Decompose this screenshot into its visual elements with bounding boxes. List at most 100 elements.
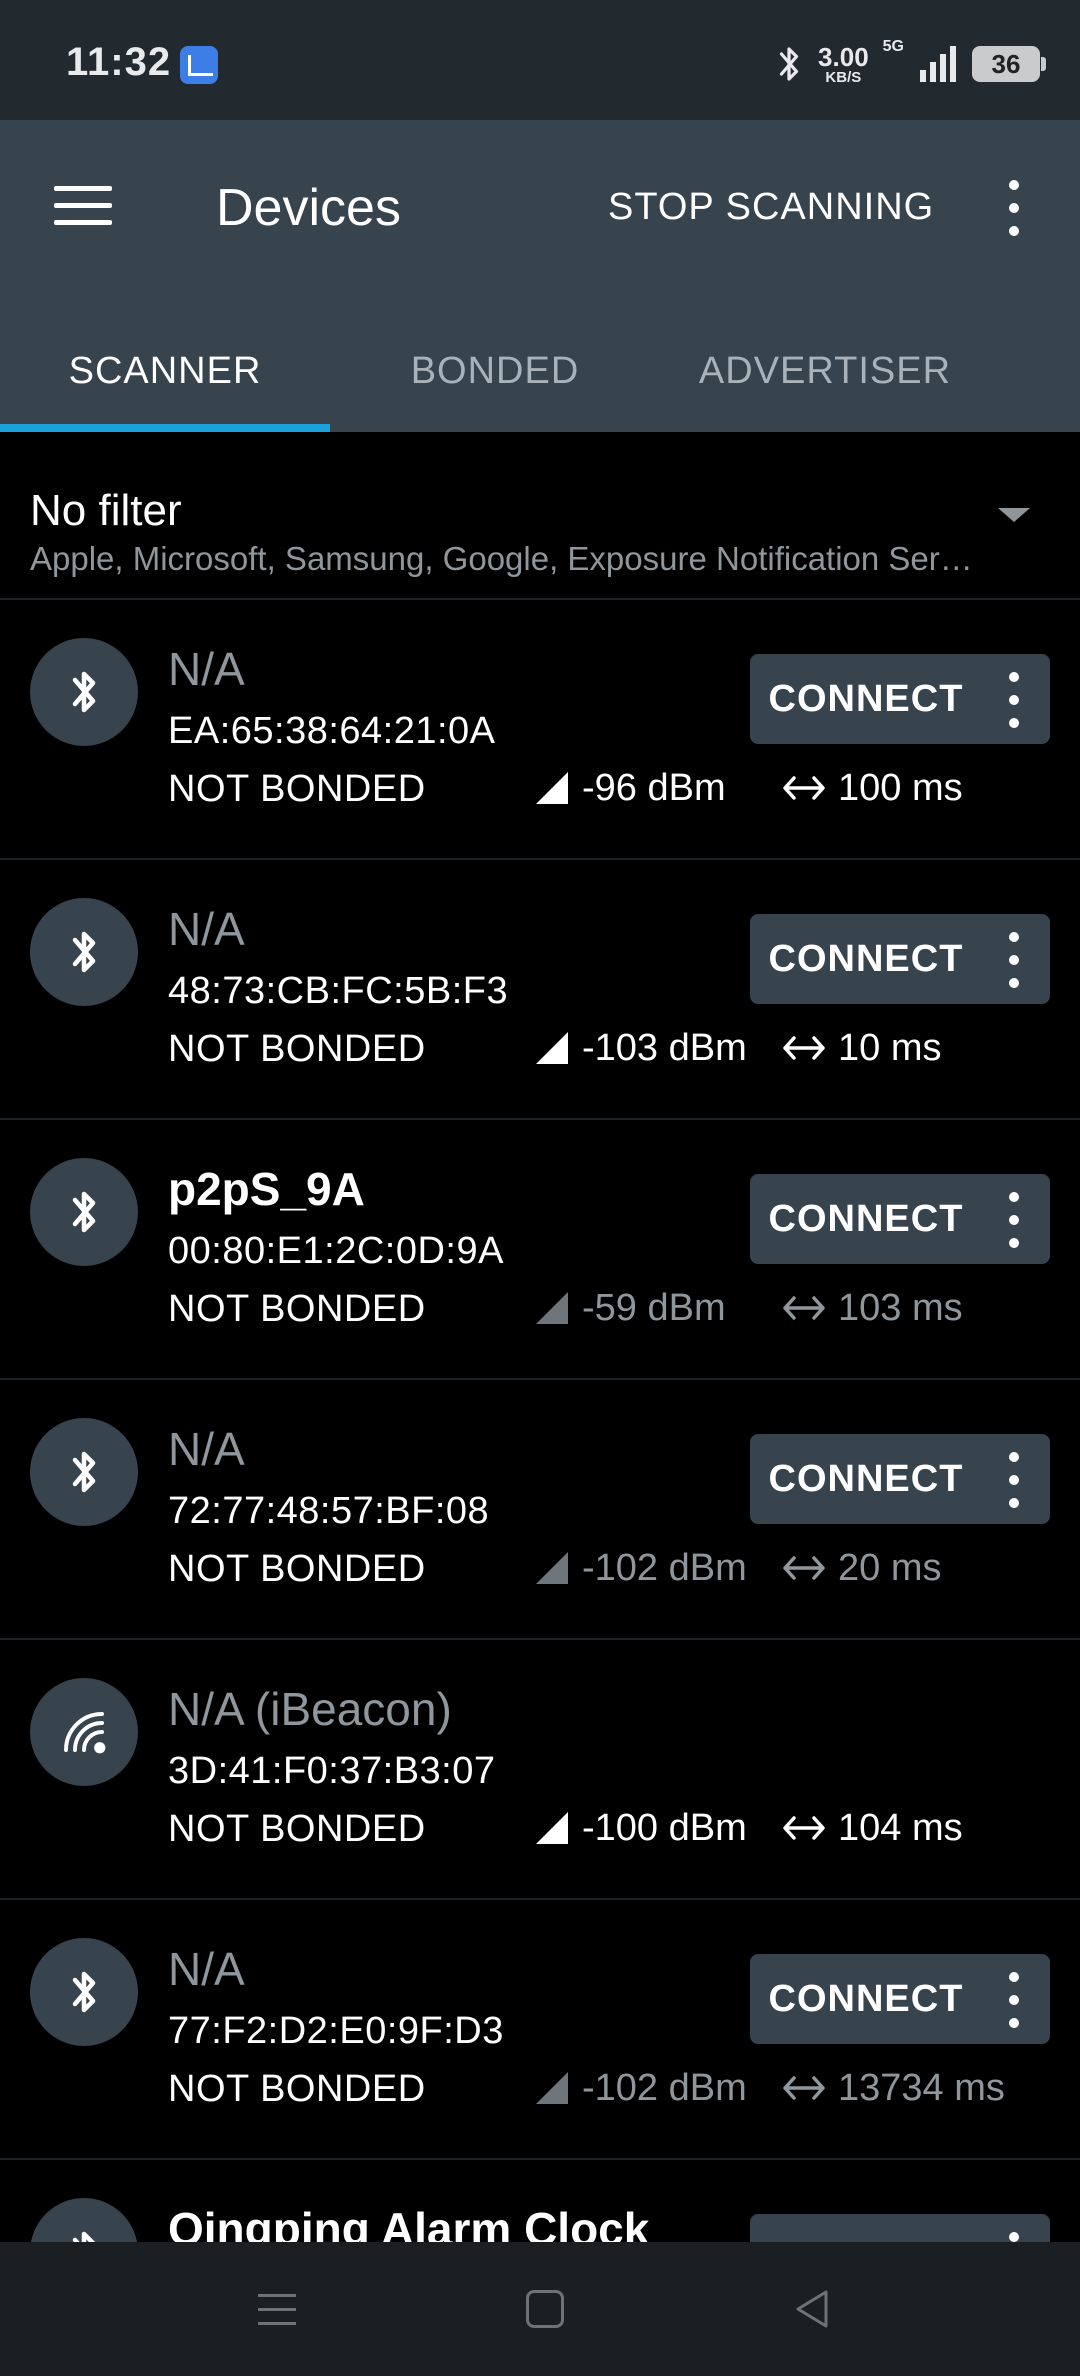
device-more-icon[interactable] xyxy=(1008,1192,1020,1248)
device-name: N/A xyxy=(168,1943,245,1995)
interval-arrows-icon xyxy=(783,1556,825,1580)
device-name: Qingping Alarm Clock xyxy=(168,2203,650,2242)
device-more-icon[interactable] xyxy=(1008,932,1020,988)
filter-dropdown[interactable]: No filter Apple, Microsoft, Samsung, Goo… xyxy=(0,432,1080,600)
device-rssi-value: -102 dBm xyxy=(582,1546,747,1589)
device-list[interactable]: N/A EA:65:38:64:21:0A NOT BONDED -96 dBm… xyxy=(0,600,1080,2242)
app-bar: Devices STOP SCANNING xyxy=(0,120,1080,310)
stop-scanning-button[interactable]: STOP SCANNING xyxy=(608,186,934,229)
device-interval: 100 ms xyxy=(782,766,963,810)
device-address: 77:F2:D2:E0:9F:D3 xyxy=(168,2010,504,2052)
device-avatar xyxy=(30,1418,138,1526)
signal-strength-icon xyxy=(536,772,568,804)
device-avatar xyxy=(30,1938,138,2046)
device-row[interactable]: N/A 72:77:48:57:BF:08 NOT BONDED -102 dB… xyxy=(0,1380,1080,1640)
device-row[interactable]: Qingping Alarm Clock CONNECT xyxy=(0,2160,1080,2242)
device-name: N/A xyxy=(168,903,245,955)
device-avatar xyxy=(30,1158,138,1266)
device-interval: 104 ms xyxy=(782,1806,963,1850)
device-rssi-value: -59 dBm xyxy=(582,1286,726,1329)
device-interval-value: 10 ms xyxy=(838,1026,942,1069)
device-more-icon[interactable] xyxy=(1008,2232,1020,2242)
device-name: N/A (iBeacon) xyxy=(168,1683,452,1735)
status-indicators: 3.00 KB/S 5G 36 xyxy=(774,36,1046,92)
bluetooth-icon xyxy=(72,1451,96,1493)
bluetooth-icon xyxy=(72,671,96,713)
filter-subtitle: Apple, Microsoft, Samsung, Google, Expos… xyxy=(30,540,973,577)
device-address: 3D:41:F0:37:B3:07 xyxy=(168,1750,496,1792)
device-address: EA:65:38:64:21:0A xyxy=(168,710,496,752)
device-rssi-value: -96 dBm xyxy=(582,766,726,809)
device-interval-value: 20 ms xyxy=(838,1546,942,1589)
device-interval-value: 100 ms xyxy=(838,766,963,809)
interval-arrows-icon xyxy=(783,2076,825,2100)
network-speed-unit: KB/S xyxy=(825,68,862,86)
signal-strength-icon xyxy=(536,1032,568,1064)
device-interval-value: 104 ms xyxy=(838,1806,963,1849)
nav-back-icon[interactable] xyxy=(792,2288,832,2330)
tab-bonded[interactable]: BONDED xyxy=(330,310,660,432)
device-more-icon[interactable] xyxy=(1008,1452,1020,1508)
signal-strength-icon xyxy=(536,2072,568,2104)
device-interval-value: 13734 ms xyxy=(838,2066,1005,2109)
tab-advertiser[interactable]: ADVERTISER xyxy=(660,310,990,432)
device-row[interactable]: p2pS_9A 00:80:E1:2C:0D:9A NOT BONDED -59… xyxy=(0,1120,1080,1380)
connect-button[interactable]: CONNECT xyxy=(750,2214,982,2243)
device-rssi: -102 dBm xyxy=(534,1546,747,1590)
device-rssi: -100 dBm xyxy=(534,1806,747,1850)
device-more-icon[interactable] xyxy=(1008,1972,1020,2028)
connect-button[interactable]: CONNECT xyxy=(750,1434,982,1524)
interval-arrows-icon xyxy=(783,776,825,800)
connect-button[interactable]: CONNECT xyxy=(750,1954,982,2044)
device-rssi-value: -102 dBm xyxy=(582,2066,747,2109)
bluetooth-icon xyxy=(779,47,799,81)
device-interval: 20 ms xyxy=(782,1546,941,1590)
page-title: Devices xyxy=(216,179,401,237)
connect-button[interactable]: CONNECT xyxy=(750,1174,982,1264)
device-avatar xyxy=(30,2198,138,2242)
device-name: p2pS_9A xyxy=(168,1163,365,1215)
device-interval: 103 ms xyxy=(782,1286,963,1330)
device-name: N/A xyxy=(168,1423,245,1475)
tab-scanner[interactable]: SCANNER xyxy=(0,310,330,432)
battery-level: 36 xyxy=(991,48,1021,79)
device-avatar xyxy=(30,898,138,1006)
device-rssi-value: -100 dBm xyxy=(582,1806,747,1849)
menu-icon[interactable] xyxy=(54,186,112,226)
device-rssi: -96 dBm xyxy=(534,766,726,810)
signal-strength-icon xyxy=(536,1292,568,1324)
device-bond-state: NOT BONDED xyxy=(168,1288,426,1330)
nav-recents-icon[interactable] xyxy=(258,2294,296,2326)
device-avatar xyxy=(30,1678,138,1786)
bluetooth-icon xyxy=(72,931,96,973)
device-bond-state: NOT BONDED xyxy=(168,768,426,810)
device-row[interactable]: N/A 77:F2:D2:E0:9F:D3 NOT BONDED -102 dB… xyxy=(0,1900,1080,2160)
network-type: 5G xyxy=(882,38,904,55)
system-navigation-bar xyxy=(0,2242,1080,2376)
device-interval-value: 103 ms xyxy=(838,1286,963,1329)
device-more-icon[interactable] xyxy=(1008,672,1020,728)
interval-arrows-icon xyxy=(783,1816,825,1840)
more-options-icon[interactable] xyxy=(1008,180,1020,236)
status-bar: 11:32 3.00 KB/S 5G 36 xyxy=(0,0,1080,120)
beacon-icon xyxy=(64,1712,106,1754)
device-interval: 10 ms xyxy=(782,1026,941,1070)
device-rssi: -59 dBm xyxy=(534,1286,726,1330)
interval-arrows-icon xyxy=(783,1296,825,1320)
device-row[interactable]: N/A 48:73:CB:FC:5B:F3 NOT BONDED -103 dB… xyxy=(0,860,1080,1120)
tab-indicator xyxy=(0,424,330,432)
connect-group: CONNECT xyxy=(750,654,1050,744)
status-time: 11:32 xyxy=(66,40,172,84)
signal-icon xyxy=(920,46,956,82)
device-row[interactable]: N/A EA:65:38:64:21:0A NOT BONDED -96 dBm… xyxy=(0,600,1080,860)
device-row[interactable]: N/A (iBeacon) 3D:41:F0:37:B3:07 NOT BOND… xyxy=(0,1640,1080,1900)
bluetooth-icon xyxy=(72,1971,96,2013)
connect-button[interactable]: CONNECT xyxy=(750,654,982,744)
connect-group: CONNECT xyxy=(750,1434,1050,1524)
connect-group: CONNECT xyxy=(750,1174,1050,1264)
signal-strength-icon xyxy=(536,1812,568,1844)
device-interval: 13734 ms xyxy=(782,2066,1005,2110)
connect-button[interactable]: CONNECT xyxy=(750,914,982,1004)
signal-strength-icon xyxy=(536,1552,568,1584)
nav-home-icon[interactable] xyxy=(526,2290,564,2328)
